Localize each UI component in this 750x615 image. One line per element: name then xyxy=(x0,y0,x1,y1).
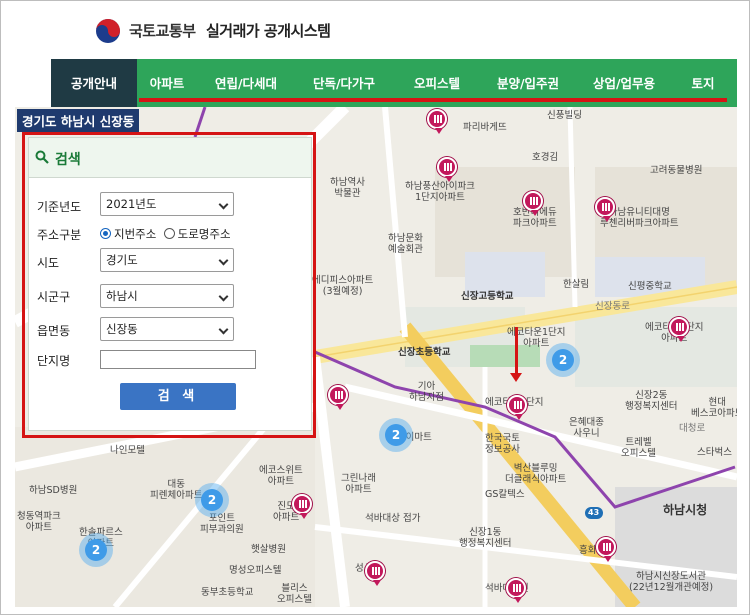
ministry-name[interactable]: 국토교통부 xyxy=(129,20,196,41)
apartment-pin-icon[interactable] xyxy=(427,109,447,134)
current-location-label: 경기도 하남시 신장동 xyxy=(17,109,140,132)
place-label[interactable]: 한국국토 정보공사 xyxy=(485,433,520,455)
place-label[interactable]: 하남문화 예술회관 xyxy=(388,233,423,255)
chevron-down-icon xyxy=(218,324,229,335)
place-label[interactable]: 호경김 xyxy=(532,152,558,163)
app-frame: 국토교통부 실거래가 공개시스템 공개안내 아파트 연립/다세대 단독/다가구 … xyxy=(0,0,750,615)
apartment-pin-icon[interactable] xyxy=(596,537,616,562)
road-label: 신장동로 xyxy=(595,301,630,312)
place-label[interactable]: 나인모텔 xyxy=(110,445,145,456)
cluster-count: 2 xyxy=(552,349,574,371)
year-label: 기준년도 xyxy=(37,200,82,214)
place-label[interactable]: 햇살병원 xyxy=(251,544,286,555)
place-label[interactable]: 한살림 xyxy=(563,279,589,290)
place-label[interactable]: 신풍빌딩 xyxy=(547,110,582,121)
apartment-pin-icon[interactable] xyxy=(292,494,312,519)
place-label[interactable]: 신장고등학교 xyxy=(461,291,513,302)
place-label[interactable]: 신평중학교 xyxy=(628,281,672,292)
dong-select[interactable]: 신장동 xyxy=(100,317,234,341)
place-label[interactable]: 벽산블루밍 더클래식아파트 xyxy=(505,463,566,485)
place-label[interactable]: 하남SD병원 xyxy=(29,485,77,496)
place-label[interactable]: 에코스위트 아파트 xyxy=(259,465,303,487)
system-title[interactable]: 실거래가 공개시스템 xyxy=(206,20,331,41)
place-label[interactable]: 하남풍산아이파크 1단지아파트 xyxy=(405,181,475,203)
place-label[interactable]: 하남시청 xyxy=(663,504,707,516)
sido-label: 시도 xyxy=(37,256,60,270)
sido-select[interactable]: 경기도 xyxy=(100,248,234,272)
place-label[interactable]: 석바대상 접가 xyxy=(365,513,420,524)
place-label[interactable]: 은혜대종 사우니 xyxy=(569,417,604,439)
apartment-pin-icon[interactable] xyxy=(595,197,615,222)
apartment-pin-icon[interactable] xyxy=(506,578,526,603)
apartment-pin-icon[interactable] xyxy=(437,157,457,182)
place-label[interactable]: 신장초등학교 xyxy=(398,347,450,358)
place-label[interactable]: 블리스 오피스텔 xyxy=(277,583,312,605)
map-cluster[interactable]: 2 xyxy=(546,343,580,377)
place-label[interactable]: 기아 하남지점 xyxy=(409,381,444,403)
place-label[interactable]: 트레벨 오피스텔 xyxy=(621,437,656,459)
route-shield-label: 43 xyxy=(588,508,600,517)
apartment-pin-icon[interactable] xyxy=(328,385,348,410)
nav-highlight-underline xyxy=(139,98,727,102)
address-type-radio-group: 지번주소 도로명주소 xyxy=(100,226,231,242)
sigungu-select[interactable]: 하남시 xyxy=(100,284,234,308)
place-label[interactable]: 그린나래 아파트 xyxy=(341,473,376,495)
place-label[interactable]: 청동역파크 아파트 xyxy=(17,511,61,533)
search-icon xyxy=(35,150,49,164)
cluster-count: 2 xyxy=(201,489,223,511)
place-label[interactable]: 파리바게뜨 xyxy=(463,122,507,133)
place-label[interactable]: GS칼텍스 xyxy=(485,489,525,500)
sigungu-select-value: 하남시 xyxy=(106,289,138,303)
apartment-pin-icon[interactable] xyxy=(365,561,385,586)
year-select-value: 2021년도 xyxy=(106,197,157,211)
apartment-pin-icon[interactable] xyxy=(523,191,543,216)
sido-select-value: 경기도 xyxy=(106,253,138,267)
place-label[interactable]: 현대 베스코아파트 xyxy=(691,397,737,419)
cluster-count: 2 xyxy=(85,539,107,561)
place-label[interactable]: 스타벅스 xyxy=(697,447,732,458)
place-label[interactable]: 하남시신장도서관 (22년12월개관예정) xyxy=(629,571,713,593)
site-header: 국토교통부 실거래가 공개시스템 xyxy=(1,1,749,59)
ministry-logo-icon xyxy=(96,19,120,43)
search-panel-header: 검색 xyxy=(29,138,311,178)
map-cluster[interactable]: 2 xyxy=(379,418,413,452)
map-cluster[interactable]: 2 xyxy=(79,533,113,567)
road-label: 대청로 xyxy=(679,423,706,434)
year-select[interactable]: 2021년도 xyxy=(100,192,234,216)
dong-label: 읍면동 xyxy=(37,324,71,338)
search-button[interactable]: 검 색 xyxy=(120,383,236,410)
nav-item-notice[interactable]: 공개안내 xyxy=(51,59,137,107)
place-label[interactable]: 에디피스아파트 (3월예정) xyxy=(312,275,373,297)
place-label[interactable]: 하남역사 박물관 xyxy=(330,177,365,199)
place-label[interactable]: 신장1동 행정복지센터 xyxy=(459,527,511,549)
place-label[interactable]: 동부초등학교 xyxy=(201,587,253,598)
address-lot-label[interactable]: 지번주소 xyxy=(114,227,156,241)
address-road-label[interactable]: 도로명주소 xyxy=(178,227,231,241)
place-label[interactable]: 흥화 xyxy=(579,545,596,556)
dong-select-value: 신장동 xyxy=(106,322,138,336)
address-type-label: 주소구분 xyxy=(37,228,82,242)
complex-name-input[interactable] xyxy=(100,350,256,369)
complex-name-label: 단지명 xyxy=(37,354,71,368)
chevron-down-icon xyxy=(218,291,229,302)
chevron-down-icon xyxy=(218,255,229,266)
cluster-count: 2 xyxy=(385,424,407,446)
place-label[interactable]: 신장2동 행정복지센터 xyxy=(625,390,677,412)
search-panel-title: 검색 xyxy=(55,152,81,168)
address-road-radio[interactable] xyxy=(163,228,175,239)
address-lot-radio[interactable] xyxy=(100,228,111,239)
map-cluster[interactable]: 2 xyxy=(195,483,229,517)
sigungu-label: 시군구 xyxy=(37,290,71,304)
annotation-arrow xyxy=(510,327,522,382)
chevron-down-icon xyxy=(218,199,229,210)
place-label[interactable]: 명성오피스텔 xyxy=(229,565,281,576)
place-label[interactable]: 고려동물병원 xyxy=(650,165,702,176)
search-panel: 검색 기준년도 2021년도 주소구분 지번주소 도로명주소 시도 경기도 시군… xyxy=(28,137,312,431)
apartment-pin-icon[interactable] xyxy=(669,317,689,342)
apartment-pin-icon[interactable] xyxy=(507,395,527,420)
